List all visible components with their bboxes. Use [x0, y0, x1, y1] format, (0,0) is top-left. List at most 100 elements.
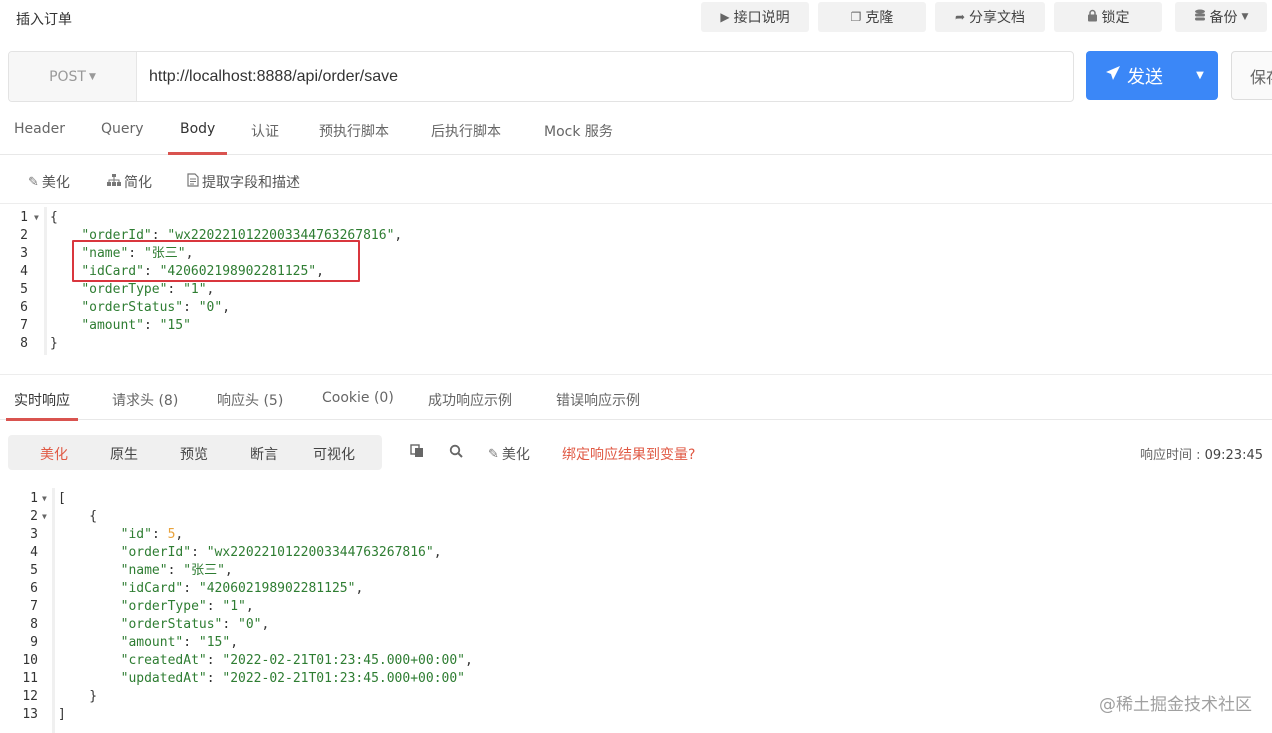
copy-response-button[interactable] [410, 444, 424, 462]
document-icon [187, 173, 199, 191]
tab-post-script[interactable]: 后执行脚本 [431, 121, 501, 155]
fold-caret-icon[interactable]: ▼ [42, 490, 47, 508]
lock-button[interactable]: 锁定 [1054, 2, 1162, 32]
tab-body[interactable]: Body [167, 121, 228, 155]
send-main[interactable]: 发送 [1086, 51, 1182, 100]
line-number: 3 [20, 246, 28, 261]
tab-live-response[interactable]: 实时响应 [6, 390, 78, 421]
simplify-label: 简化 [124, 175, 152, 191]
send-button[interactable]: 发送 ▼ [1086, 51, 1218, 100]
database-icon [1194, 9, 1206, 25]
code-line: "updatedAt": "2022-02-21T01:23:45.000+00… [120, 671, 466, 686]
tab-mock[interactable]: Mock 服务 [544, 121, 613, 155]
url-input[interactable] [149, 52, 1049, 101]
tab-header[interactable]: Header [14, 121, 65, 155]
send-dropdown[interactable]: ▼ [1182, 51, 1218, 100]
line-number: 11 [22, 671, 38, 686]
code-line: "name": "张三", [120, 563, 233, 578]
line-number: 2 [20, 228, 28, 243]
response-view-switch: 美化 原生 预览 断言 可视化 [8, 435, 382, 470]
code-line: ] [58, 707, 66, 722]
line-number: 4 [30, 545, 38, 560]
magic-wand-icon: ✎ [488, 446, 499, 462]
request-body-editor[interactable]: 1 ▼{2 "orderId": "wx220221012200334476326… [0, 207, 1272, 373]
body-toolbar: ✎ 美化 简化 提取字段和描述 [0, 160, 1272, 204]
tab-cookie[interactable]: Cookie (0) [322, 390, 394, 421]
bind-response-variable-link[interactable]: 绑定响应结果到变量? [562, 444, 695, 464]
copy-icon: ❐ [850, 10, 862, 24]
caret-down-icon: ▼ [1196, 70, 1204, 81]
tab-success-example[interactable]: 成功响应示例 [428, 390, 512, 421]
line-number: 9 [30, 635, 38, 650]
url-bar: POST ▼ [8, 51, 1074, 102]
response-time-label: 响应时间 : [1139, 448, 1201, 463]
backup-button[interactable]: 备份 ▼ [1175, 2, 1267, 32]
beautify-label: 美化 [41, 175, 70, 191]
line-number: 4 [20, 264, 28, 279]
code-line: "orderId": "wx2202210122003344763267816"… [120, 545, 442, 560]
extract-fields-label: 提取字段和描述 [202, 175, 300, 191]
tab-auth[interactable]: 认证 [251, 121, 279, 155]
code-line: "orderStatus": "0", [81, 300, 231, 315]
code-line: "idCard": "420602198902281125", [120, 581, 364, 596]
view-visualize[interactable]: 可视化 [313, 444, 355, 464]
request-tabs: Header Query Body 认证 预执行脚本 后执行脚本 Mock 服务 [0, 110, 1272, 155]
search-icon [449, 444, 463, 462]
send-label: 发送 [1127, 66, 1163, 88]
code-line: "amount": "15", [120, 635, 239, 650]
code-line: } [58, 689, 98, 704]
line-number: 5 [30, 563, 38, 578]
code-line: "orderType": "1", [81, 282, 215, 297]
line-number: 6 [20, 300, 28, 315]
caret-down-icon: ▼ [1241, 12, 1249, 22]
share-icon: ➦ [954, 10, 966, 24]
magic-wand-icon: ✎ [28, 174, 39, 190]
tab-request-headers[interactable]: 请求头 (8) [112, 390, 178, 421]
line-number: 7 [30, 599, 38, 614]
tab-response-headers[interactable]: 响应头 (5) [217, 390, 283, 421]
beautify-button[interactable]: ✎ 美化 [28, 172, 70, 192]
tab-pre-script[interactable]: 预执行脚本 [319, 121, 389, 155]
line-number: 13 [22, 707, 38, 722]
line-number: 7 [20, 318, 28, 333]
extract-fields-button[interactable]: 提取字段和描述 [187, 172, 300, 192]
view-assert[interactable]: 断言 [250, 444, 278, 464]
highlight-annotation-box [72, 240, 360, 282]
save-button[interactable]: 保存 [1231, 51, 1272, 100]
caret-down-icon: ▼ [88, 71, 96, 82]
response-time: 响应时间 : 09:23:45 [1140, 444, 1263, 463]
response-tabs: 实时响应 请求头 (8) 响应头 (5) Cookie (0) 成功响应示例 错… [0, 374, 1272, 421]
fold-caret-icon[interactable]: ▼ [34, 209, 39, 227]
share-doc-button[interactable]: ➦ 分享文档 [935, 2, 1045, 32]
view-pretty[interactable]: 美化 [40, 444, 68, 464]
line-number: 5 [20, 282, 28, 297]
search-response-button[interactable] [449, 444, 463, 462]
beautify-response-button[interactable]: ✎ 美化 [488, 444, 530, 464]
api-doc-label: 接口说明 [733, 10, 790, 26]
simplify-button[interactable]: 简化 [107, 172, 152, 192]
fold-caret-icon[interactable]: ▼ [42, 508, 47, 526]
line-number: 1 [20, 210, 28, 225]
view-raw[interactable]: 原生 [110, 444, 138, 464]
lock-label: 锁定 [1101, 10, 1130, 26]
line-number: 10 [22, 653, 38, 668]
tab-query[interactable]: Query [101, 121, 144, 155]
response-body-viewer[interactable]: 1 ▼ [2 ▼ {3 "id": 5, 4 "orderId": "wx2202210… [0, 488, 1272, 733]
api-doc-button[interactable]: ▶ 接口说明 [701, 2, 809, 32]
lock-icon [1087, 9, 1098, 25]
tab-error-example[interactable]: 错误响应示例 [556, 390, 640, 421]
view-preview[interactable]: 预览 [180, 444, 208, 464]
code-line: "orderStatus": "0", [120, 617, 270, 632]
code-line: "orderType": "1", [120, 599, 254, 614]
line-number: 1 [30, 491, 38, 506]
share-doc-label: 分享文档 [969, 10, 1026, 26]
line-number: 8 [30, 617, 38, 632]
paper-plane-icon [1105, 65, 1121, 86]
method-select[interactable]: POST ▼ [9, 52, 137, 101]
line-number: 6 [30, 581, 38, 596]
clone-button[interactable]: ❐ 克隆 [818, 2, 926, 32]
line-number: 12 [22, 689, 38, 704]
code-line: "id": 5, [120, 527, 184, 542]
sitemap-icon [107, 174, 121, 190]
backup-label: 备份 [1209, 10, 1238, 26]
